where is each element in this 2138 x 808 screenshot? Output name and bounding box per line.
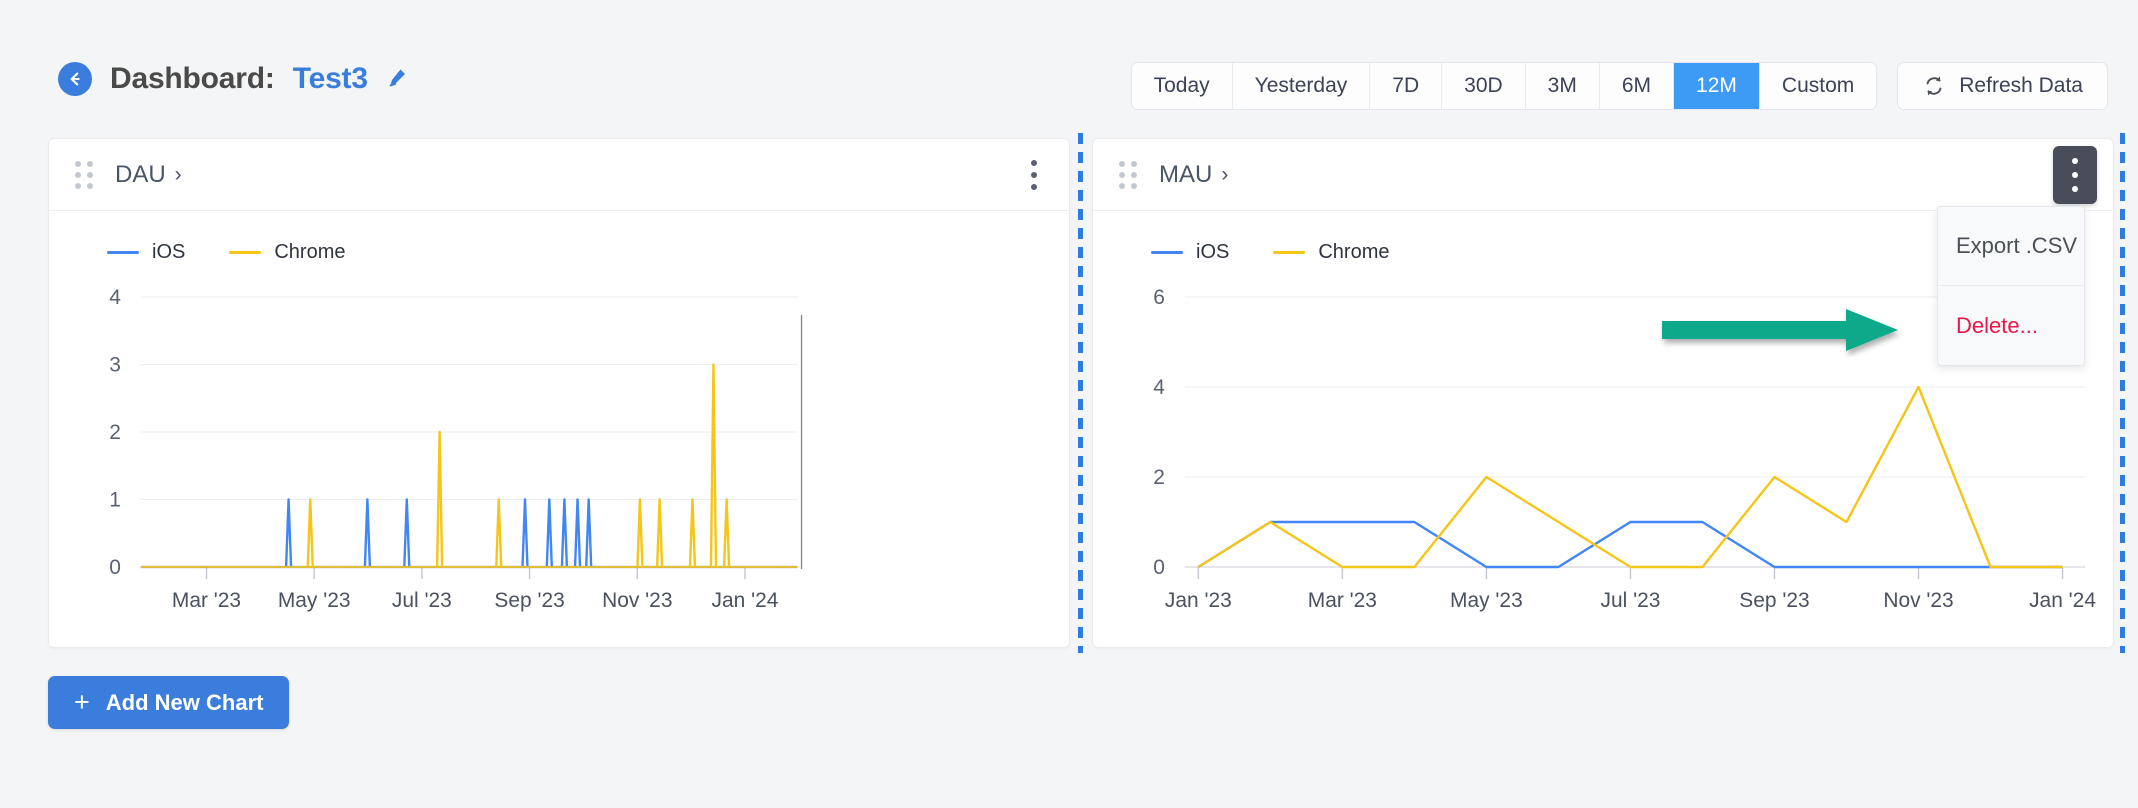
legend-label-ios: iOS [1196, 241, 1229, 264]
refresh-icon [1922, 74, 1946, 98]
svg-text:May '23: May '23 [1450, 589, 1523, 612]
range-button-6m[interactable]: 6M [1600, 63, 1674, 109]
dashboard-name[interactable]: Test3 [293, 62, 368, 96]
time-range-button-group: Today Yesterday 7D 30D 3M 6M 12M Custom [1131, 62, 1878, 110]
svg-text:May '23: May '23 [278, 589, 351, 612]
refresh-data-button[interactable]: Refresh Data [1897, 62, 2108, 110]
legend-label-chrome: Chrome [1318, 241, 1389, 264]
svg-text:0: 0 [1153, 556, 1165, 579]
svg-text:4: 4 [1153, 376, 1165, 399]
range-button-3m[interactable]: 3M [1526, 63, 1600, 109]
range-button-custom[interactable]: Custom [1760, 63, 1876, 109]
svg-text:Nov '23: Nov '23 [1883, 589, 1953, 612]
legend-item-chrome[interactable]: Chrome [1273, 241, 1389, 264]
back-button[interactable] [58, 62, 92, 96]
legend-swatch-ios [107, 251, 139, 254]
svg-text:2: 2 [1153, 466, 1165, 489]
add-new-chart-button[interactable]: + Add New Chart [48, 676, 289, 729]
card-body-dau: iOS Chrome 0 1 2 3 4 Mar '23 May '23 Jul '23 Sep… [49, 211, 1069, 648]
svg-text:Jul '23: Jul '23 [1600, 589, 1660, 612]
svg-text:Jul '23: Jul '23 [392, 589, 452, 612]
legend-item-ios[interactable]: iOS [107, 241, 185, 264]
svg-text:Mar '23: Mar '23 [1308, 589, 1377, 612]
chevron-right-icon: › [175, 163, 182, 187]
menu-item-export-csv[interactable]: Export .CSV [1938, 207, 2084, 286]
card-selection-border-right [2120, 133, 2125, 653]
menu-item-delete[interactable]: Delete... [1938, 286, 2084, 365]
kebab-menu-button-mau[interactable] [2053, 146, 2097, 204]
card-title-mau[interactable]: MAU › [1159, 161, 1228, 189]
range-button-30d[interactable]: 30D [1442, 63, 1526, 109]
svg-text:Mar '23: Mar '23 [172, 589, 241, 612]
legend-swatch-chrome [1273, 251, 1305, 254]
plus-icon: + [74, 689, 90, 716]
page-header: Dashboard: Test3 Today Yesterday 7D 30D … [0, 0, 2138, 128]
back-arrow-icon [65, 69, 85, 89]
range-button-12m[interactable]: 12M [1674, 63, 1760, 109]
card-selection-border-left [1078, 133, 1083, 653]
drag-handle-icon[interactable] [75, 161, 93, 189]
kebab-menu-button-dau[interactable] [1021, 156, 1047, 194]
svg-text:Jan '23: Jan '23 [1165, 589, 1232, 612]
edit-pencil-icon[interactable] [386, 67, 408, 91]
chart-context-menu: Export .CSV Delete... [1937, 206, 2085, 366]
drag-handle-icon[interactable] [1119, 161, 1137, 189]
svg-text:2: 2 [109, 421, 121, 444]
legend-mau: iOS Chrome [1151, 241, 1389, 264]
card-header-dau: DAU › [49, 139, 1069, 211]
legend-swatch-chrome [229, 251, 261, 254]
card-title-mau-label: MAU [1159, 161, 1212, 189]
legend-item-chrome[interactable]: Chrome [229, 241, 345, 264]
card-title-dau[interactable]: DAU › [115, 161, 182, 189]
time-range-toolbar: Today Yesterday 7D 30D 3M 6M 12M Custom … [1131, 62, 2108, 110]
card-title-dau-label: DAU [115, 161, 166, 189]
svg-text:4: 4 [109, 289, 121, 309]
svg-text:3: 3 [109, 353, 121, 376]
range-button-7d[interactable]: 7D [1370, 63, 1442, 109]
svg-text:Jan '24: Jan '24 [2029, 589, 2096, 612]
svg-text:Nov '23: Nov '23 [602, 589, 672, 612]
range-button-yesterday[interactable]: Yesterday [1233, 63, 1371, 109]
svg-text:Sep '23: Sep '23 [494, 589, 564, 612]
range-button-today[interactable]: Today [1132, 63, 1233, 109]
chart-card-dau[interactable]: DAU › iOS Chrome 0 1 2 3 4 Mar '23 May '23 Jul … [48, 138, 1070, 648]
svg-text:Sep '23: Sep '23 [1739, 589, 1809, 612]
legend-label-chrome: Chrome [274, 241, 345, 264]
refresh-data-label: Refresh Data [1959, 74, 2083, 98]
legend-label-ios: iOS [152, 241, 185, 264]
add-new-chart-label: Add New Chart [106, 690, 264, 716]
svg-text:1: 1 [109, 488, 121, 511]
chevron-right-icon: › [1221, 163, 1228, 187]
legend-swatch-ios [1151, 251, 1183, 254]
svg-text:6: 6 [1153, 289, 1165, 309]
page-title: Dashboard: [110, 62, 275, 96]
svg-text:Jan '24: Jan '24 [712, 589, 779, 612]
legend-dau: iOS Chrome [107, 241, 345, 264]
chart-plot-dau: 0 1 2 3 4 Mar '23 May '23 Jul '23 Sep '23 Nov '23… [49, 289, 1069, 629]
breadcrumb: Dashboard: Test3 [58, 62, 408, 96]
svg-text:0: 0 [109, 556, 121, 579]
card-header-mau: MAU › [1093, 139, 2113, 211]
legend-item-ios[interactable]: iOS [1151, 241, 1229, 264]
